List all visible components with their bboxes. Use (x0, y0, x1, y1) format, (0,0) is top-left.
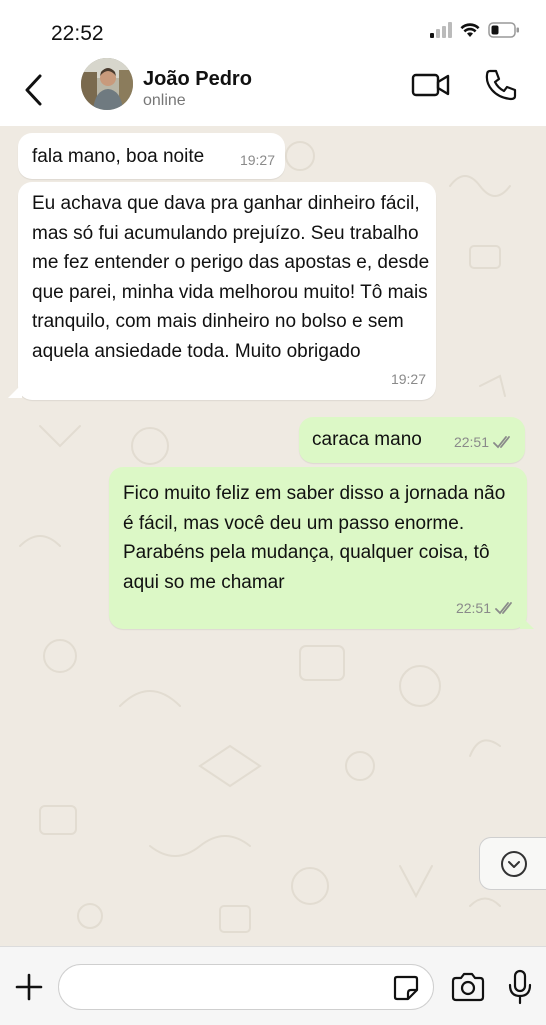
back-arrow-icon[interactable] (18, 68, 52, 112)
status-time: 22:52 (51, 22, 104, 45)
battery-icon (488, 22, 519, 38)
camera-icon[interactable] (450, 971, 486, 1003)
avatar-photo (81, 58, 133, 110)
message-meta: 22:51 (454, 428, 515, 458)
read-ticks-icon (493, 436, 510, 449)
video-call-icon[interactable] (410, 68, 452, 102)
message-time: 22:51 (455, 599, 491, 616)
contact-name[interactable]: João Pedro (143, 68, 252, 91)
scroll-to-bottom-button[interactable] (479, 837, 546, 890)
chat-header: João Pedro online (0, 58, 546, 127)
message-input[interactable] (58, 964, 434, 1010)
chevron-down-icon (500, 850, 527, 877)
chat-area[interactable]: fala mano, boa noite 19:27 Eu achava que… (0, 126, 546, 946)
status-bar: 22:52 (0, 0, 546, 58)
avatar[interactable] (81, 58, 133, 110)
bubble-tail (520, 615, 534, 629)
contact-status: online (143, 92, 186, 109)
message-meta: 22:51 (456, 594, 517, 624)
input-bar (0, 946, 546, 1025)
message-incoming[interactable]: fala mano, boa noite 19:27 (18, 133, 285, 179)
message-text: Eu achava que dava pra ganhar dinheiro f… (32, 193, 430, 362)
message-time: 19:27 (390, 370, 426, 387)
wifi-icon (460, 23, 480, 37)
sticker-icon[interactable] (392, 974, 420, 1002)
read-ticks-icon (495, 602, 512, 615)
bubble-tail (8, 384, 22, 398)
plus-icon[interactable] (12, 970, 46, 1004)
message-meta: 19:27 (391, 365, 426, 395)
status-icons (430, 22, 520, 38)
signal-icon (430, 22, 452, 38)
message-outgoing[interactable]: Fico muito feliz em saber disso a jornad… (109, 467, 527, 629)
message-time: 19:27 (239, 151, 275, 168)
phone-icon[interactable] (482, 66, 520, 104)
message-incoming[interactable]: Eu achava que dava pra ganhar dinheiro f… (18, 182, 436, 400)
message-text: caraca mano (312, 429, 422, 450)
message-outgoing[interactable]: caraca mano 22:51 (299, 417, 525, 463)
message-text: fala mano, boa noite (32, 146, 205, 167)
message-text: Fico muito feliz em saber disso a jornad… (123, 483, 506, 593)
microphone-icon[interactable] (506, 969, 534, 1005)
message-time: 22:51 (453, 433, 489, 450)
message-meta: 19:27 (240, 146, 275, 176)
